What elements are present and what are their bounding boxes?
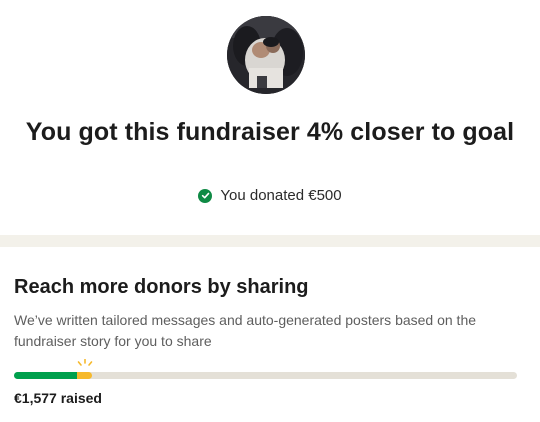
check-circle-icon <box>198 188 213 203</box>
progress-contribution-fill <box>77 372 92 379</box>
sparkle-icon <box>77 359 92 366</box>
fundraiser-organizer-avatar <box>227 16 305 94</box>
share-title: Reach more donors by sharing <box>14 276 309 298</box>
amount-raised: €1,577 raised <box>14 390 102 406</box>
section-divider <box>0 235 540 247</box>
progress-previous-fill <box>14 372 77 379</box>
donation-status: You donated €500 <box>0 187 540 204</box>
donation-amount-text: You donated €500 <box>220 187 342 204</box>
donation-confirmation: You got this fundraiser 4% closer to goa… <box>0 0 540 235</box>
confirmation-headline: You got this fundraiser 4% closer to goa… <box>25 118 515 146</box>
share-description: We’ve written tailored messages and auto… <box>14 312 477 349</box>
fundraiser-progress-bar <box>14 359 517 379</box>
donation-confirmation-page: You got this fundraiser 4% closer to goa… <box>0 0 540 422</box>
